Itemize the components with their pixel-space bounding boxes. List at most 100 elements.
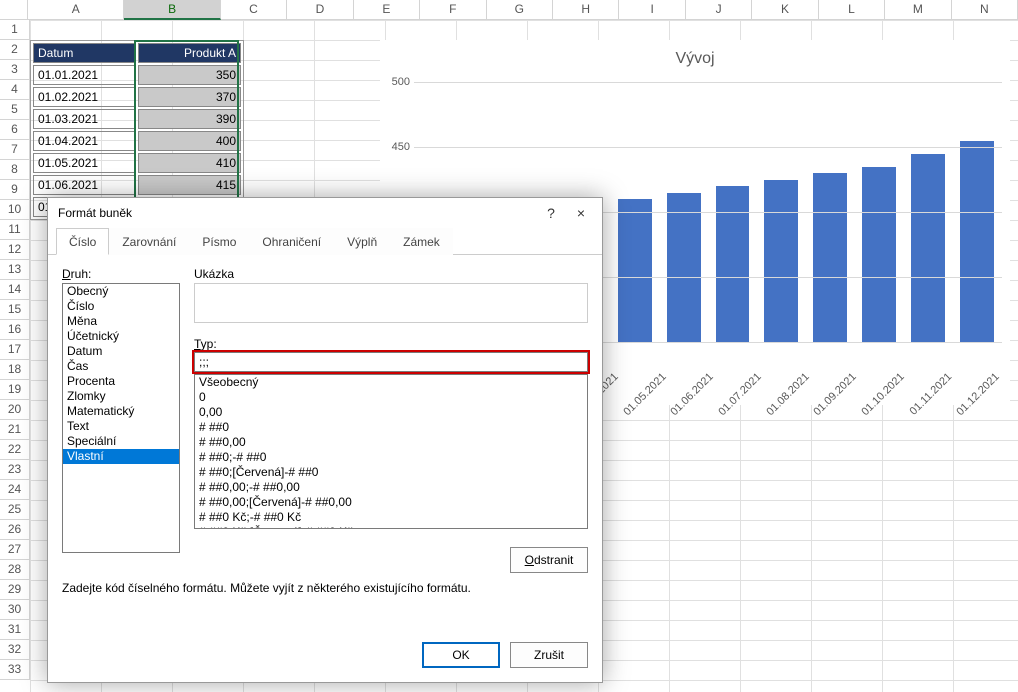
- table-cell[interactable]: 01.04.2021: [33, 131, 136, 151]
- table-cell[interactable]: 390: [138, 109, 241, 129]
- column-header[interactable]: F: [420, 0, 486, 20]
- column-header[interactable]: M: [885, 0, 951, 20]
- format-list-item[interactable]: # ##0 Kč;-# ##0 Kč: [195, 510, 587, 525]
- table-cell[interactable]: 01.03.2021: [33, 109, 136, 129]
- table-cell[interactable]: 415: [138, 175, 241, 195]
- dialog-tab[interactable]: Zarovnání: [109, 228, 189, 255]
- row-header[interactable]: 7: [0, 140, 30, 160]
- dialog-tab[interactable]: Zámek: [390, 228, 453, 255]
- dialog-tab[interactable]: Písmo: [189, 228, 249, 255]
- format-code-listbox[interactable]: Všeobecný00,00# ##0# ##0,00# ##0;-# ##0#…: [194, 374, 588, 529]
- table-header-cell[interactable]: Produkt A: [138, 43, 241, 63]
- category-list-item[interactable]: Text: [63, 419, 179, 434]
- select-all-corner[interactable]: [0, 0, 28, 20]
- column-header[interactable]: C: [221, 0, 287, 20]
- row-header[interactable]: 26: [0, 520, 30, 540]
- format-list-item[interactable]: # ##0: [195, 420, 587, 435]
- table-cell[interactable]: 400: [138, 131, 241, 151]
- category-list-item[interactable]: Vlastní: [63, 449, 179, 464]
- column-header[interactable]: A: [28, 0, 124, 20]
- format-list-item[interactable]: # ##0;[Červená]-# ##0: [195, 465, 587, 480]
- category-list-item[interactable]: Měna: [63, 314, 179, 329]
- column-header[interactable]: N: [952, 0, 1018, 20]
- dialog-help-button[interactable]: ?: [536, 202, 566, 224]
- row-header[interactable]: 5: [0, 100, 30, 120]
- row-header[interactable]: 22: [0, 440, 30, 460]
- format-list-item[interactable]: # ##0,00;-# ##0,00: [195, 480, 587, 495]
- dialog-tab[interactable]: Výplň: [334, 228, 390, 255]
- category-list-item[interactable]: Číslo: [63, 299, 179, 314]
- type-input[interactable]: [194, 352, 588, 372]
- column-header[interactable]: H: [553, 0, 619, 20]
- row-header[interactable]: 23: [0, 460, 30, 480]
- column-header[interactable]: I: [619, 0, 685, 20]
- row-header[interactable]: 30: [0, 600, 30, 620]
- row-header[interactable]: 1: [0, 20, 30, 40]
- column-header[interactable]: K: [752, 0, 818, 20]
- chart-title[interactable]: Vývoj: [380, 40, 1010, 82]
- row-header[interactable]: 28: [0, 560, 30, 580]
- row-header[interactable]: 18: [0, 360, 30, 380]
- table-cell[interactable]: 01.02.2021: [33, 87, 136, 107]
- row-header[interactable]: 15: [0, 300, 30, 320]
- table-header-cell[interactable]: Datum: [33, 43, 136, 63]
- category-listbox[interactable]: ObecnýČísloMěnaÚčetnickýDatumČasProcenta…: [62, 283, 180, 553]
- row-header[interactable]: 33: [0, 660, 30, 680]
- cancel-button[interactable]: Zrušit: [510, 642, 588, 668]
- category-list-item[interactable]: Obecný: [63, 284, 179, 299]
- row-header[interactable]: 2: [0, 40, 30, 60]
- delete-format-button[interactable]: Odstranit: [510, 547, 588, 573]
- table-cell[interactable]: 370: [138, 87, 241, 107]
- column-header[interactable]: E: [354, 0, 420, 20]
- row-header[interactable]: 24: [0, 480, 30, 500]
- row-header[interactable]: 21: [0, 420, 30, 440]
- row-header[interactable]: 8: [0, 160, 30, 180]
- category-list-item[interactable]: Procenta: [63, 374, 179, 389]
- format-list-item[interactable]: 0: [195, 390, 587, 405]
- column-header[interactable]: B: [124, 0, 220, 20]
- row-header[interactable]: 6: [0, 120, 30, 140]
- row-header[interactable]: 14: [0, 280, 30, 300]
- row-header[interactable]: 20: [0, 400, 30, 420]
- column-header[interactable]: L: [819, 0, 885, 20]
- ok-button[interactable]: OK: [422, 642, 500, 668]
- row-header[interactable]: 19: [0, 380, 30, 400]
- row-header[interactable]: 12: [0, 240, 30, 260]
- category-list-item[interactable]: Čas: [63, 359, 179, 374]
- row-header[interactable]: 3: [0, 60, 30, 80]
- format-list-item[interactable]: Všeobecný: [195, 375, 587, 390]
- column-header[interactable]: J: [686, 0, 752, 20]
- row-header[interactable]: 16: [0, 320, 30, 340]
- category-list-item[interactable]: Datum: [63, 344, 179, 359]
- row-header[interactable]: 25: [0, 500, 30, 520]
- category-list-item[interactable]: Speciální: [63, 434, 179, 449]
- row-header[interactable]: 11: [0, 220, 30, 240]
- row-header[interactable]: 13: [0, 260, 30, 280]
- format-list-item[interactable]: # ##0 Kč;[Červená]-# ##0 Kč: [195, 525, 587, 529]
- table-cell[interactable]: 01.06.2021: [33, 175, 136, 195]
- category-list-item[interactable]: Zlomky: [63, 389, 179, 404]
- format-list-item[interactable]: # ##0,00: [195, 435, 587, 450]
- dialog-titlebar[interactable]: Formát buněk ? ×: [48, 198, 602, 227]
- format-list-item[interactable]: # ##0;-# ##0: [195, 450, 587, 465]
- row-header[interactable]: 17: [0, 340, 30, 360]
- row-header[interactable]: 27: [0, 540, 30, 560]
- row-header[interactable]: 32: [0, 640, 30, 660]
- category-list-item[interactable]: Matematický: [63, 404, 179, 419]
- dialog-tab[interactable]: Číslo: [56, 228, 109, 255]
- table-cell[interactable]: 01.05.2021: [33, 153, 136, 173]
- column-header[interactable]: D: [287, 0, 353, 20]
- table-cell[interactable]: 350: [138, 65, 241, 85]
- table-cell[interactable]: 01.01.2021: [33, 65, 136, 85]
- row-header[interactable]: 10: [0, 200, 30, 220]
- dialog-tab[interactable]: Ohraničení: [249, 228, 334, 255]
- row-header[interactable]: 9: [0, 180, 30, 200]
- row-header[interactable]: 31: [0, 620, 30, 640]
- format-list-item[interactable]: # ##0,00;[Červená]-# ##0,00: [195, 495, 587, 510]
- dialog-close-button[interactable]: ×: [566, 202, 596, 224]
- row-header[interactable]: 4: [0, 80, 30, 100]
- table-cell[interactable]: 410: [138, 153, 241, 173]
- category-list-item[interactable]: Účetnický: [63, 329, 179, 344]
- column-header[interactable]: G: [487, 0, 553, 20]
- row-header[interactable]: 29: [0, 580, 30, 600]
